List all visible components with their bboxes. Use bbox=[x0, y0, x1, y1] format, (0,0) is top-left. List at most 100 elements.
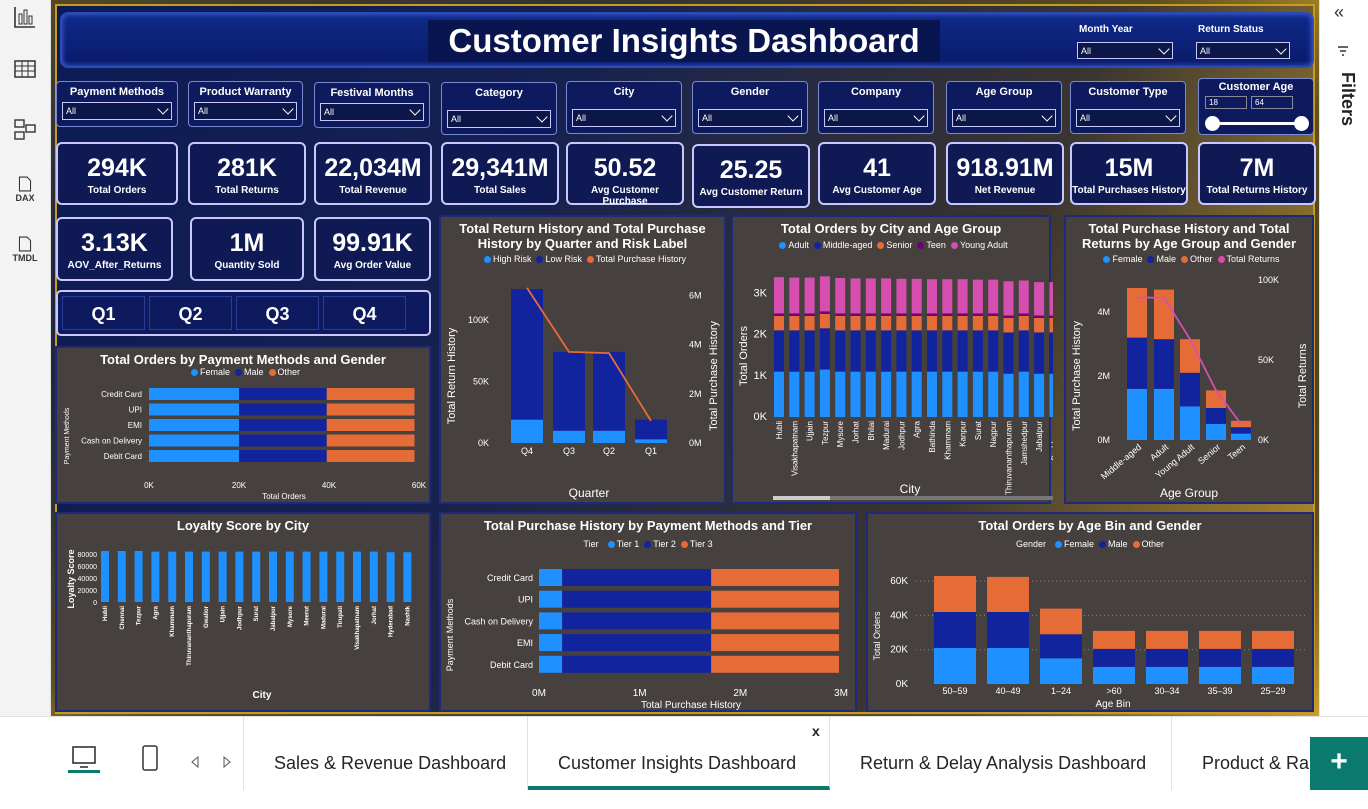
bar-segment[interactable] bbox=[1206, 424, 1226, 440]
bar-segment[interactable] bbox=[789, 371, 800, 417]
bar-segment[interactable] bbox=[1003, 318, 1014, 333]
bar-segment[interactable] bbox=[896, 315, 907, 331]
bar-segment[interactable] bbox=[934, 648, 976, 684]
bar-segment[interactable] bbox=[1093, 630, 1135, 649]
bar-segment[interactable] bbox=[972, 313, 983, 316]
slicer-dropdown[interactable]: All bbox=[698, 109, 802, 127]
bar-segment[interactable] bbox=[1034, 282, 1045, 316]
slicer-dropdown[interactable]: All bbox=[572, 109, 676, 127]
bar-segment[interactable] bbox=[239, 419, 327, 431]
bar-segment[interactable] bbox=[927, 371, 937, 417]
legend-item[interactable]: Tier 1 bbox=[603, 539, 639, 549]
bar-segment[interactable] bbox=[553, 351, 585, 431]
tab-sales-revenue[interactable]: Sales & Revenue Dashboard bbox=[243, 717, 528, 790]
bar-segment[interactable] bbox=[1127, 337, 1147, 389]
bar-segment[interactable] bbox=[881, 278, 892, 314]
line-series[interactable] bbox=[526, 287, 652, 422]
slicer-company[interactable]: Company All bbox=[818, 81, 934, 134]
slicer-festival-months[interactable]: Festival Months All bbox=[314, 82, 430, 128]
legend-item[interactable]: Senior bbox=[872, 240, 912, 250]
slicer-city[interactable]: City All bbox=[566, 81, 682, 134]
desktop-view-icon[interactable] bbox=[66, 745, 102, 773]
collapse-pane-button[interactable]: « bbox=[1334, 2, 1344, 23]
bar-segment[interactable] bbox=[988, 279, 999, 314]
bar-segment[interactable] bbox=[987, 612, 1029, 648]
bar-segment[interactable] bbox=[1180, 339, 1200, 373]
bar-segment[interactable] bbox=[789, 313, 800, 316]
bar-segment[interactable] bbox=[942, 279, 953, 314]
mobile-view-icon[interactable] bbox=[140, 744, 160, 772]
bar-segment[interactable] bbox=[911, 313, 922, 316]
bar[interactable] bbox=[403, 552, 412, 602]
bar-segment[interactable] bbox=[1199, 648, 1241, 667]
bar-segment[interactable] bbox=[804, 371, 815, 417]
bar-segment[interactable] bbox=[562, 612, 712, 630]
bar-segment[interactable] bbox=[911, 330, 922, 372]
bar-segment[interactable] bbox=[957, 313, 968, 316]
bar-segment[interactable] bbox=[819, 276, 830, 312]
bar-segment[interactable] bbox=[927, 279, 937, 314]
legend-item[interactable]: Female bbox=[186, 367, 230, 377]
bar-segment[interactable] bbox=[942, 315, 953, 331]
bar-segment[interactable] bbox=[711, 590, 839, 608]
bar-segment[interactable] bbox=[987, 576, 1029, 612]
scroll-right-icon[interactable] bbox=[222, 755, 232, 769]
bar-segment[interactable] bbox=[927, 330, 937, 372]
bar-segment[interactable] bbox=[1040, 608, 1082, 635]
slicer-dropdown[interactable]: All bbox=[447, 110, 551, 128]
bar-segment[interactable] bbox=[1199, 630, 1241, 649]
bar-segment[interactable] bbox=[1231, 433, 1251, 440]
legend-item[interactable]: Male bbox=[1094, 539, 1128, 549]
bar-segment[interactable] bbox=[1018, 313, 1029, 316]
bar-segment[interactable] bbox=[774, 313, 784, 316]
bar-segment[interactable] bbox=[972, 315, 983, 331]
bar-segment[interactable] bbox=[1049, 332, 1053, 374]
bar-segment[interactable] bbox=[927, 313, 937, 316]
bar[interactable] bbox=[218, 551, 227, 602]
bar-segment[interactable] bbox=[149, 403, 239, 416]
slicer-month-year[interactable]: Month Year All bbox=[1071, 20, 1181, 62]
bar-segment[interactable] bbox=[553, 430, 585, 443]
bar-segment[interactable] bbox=[1040, 634, 1082, 659]
bar-segment[interactable] bbox=[911, 315, 922, 331]
bar-segment[interactable] bbox=[1180, 372, 1200, 407]
bar-segment[interactable] bbox=[239, 388, 327, 400]
bar[interactable] bbox=[319, 551, 328, 602]
bar-segment[interactable] bbox=[1154, 339, 1174, 389]
bar-segment[interactable] bbox=[804, 277, 815, 314]
quarter-button-q1[interactable]: Q1 bbox=[62, 296, 145, 330]
bar-segment[interactable] bbox=[1049, 318, 1053, 333]
bar-segment[interactable] bbox=[804, 313, 815, 316]
slicer-dropdown[interactable]: All bbox=[320, 103, 424, 121]
tab-return-delay[interactable]: Return & Delay Analysis Dashboard bbox=[830, 717, 1172, 790]
scroll-left-icon[interactable] bbox=[190, 755, 200, 769]
bar-segment[interactable] bbox=[1146, 666, 1188, 684]
bar-segment[interactable] bbox=[562, 569, 712, 586]
model-view-icon[interactable] bbox=[8, 112, 42, 146]
table-view-icon[interactable] bbox=[8, 52, 42, 86]
bar-segment[interactable] bbox=[1206, 408, 1226, 424]
quarter-button-q4[interactable]: Q4 bbox=[323, 296, 406, 330]
bar-segment[interactable] bbox=[562, 634, 712, 652]
quarter-button-q2[interactable]: Q2 bbox=[149, 296, 232, 330]
bar-segment[interactable] bbox=[1003, 281, 1014, 316]
bar-segment[interactable] bbox=[1018, 280, 1029, 314]
legend-item[interactable]: Teen bbox=[912, 240, 946, 250]
bar-segment[interactable] bbox=[326, 403, 415, 416]
bar-segment[interactable] bbox=[326, 450, 415, 462]
close-tab-icon[interactable]: x bbox=[812, 685, 820, 777]
bar-segment[interactable] bbox=[1003, 315, 1014, 318]
bar-segment[interactable] bbox=[1018, 315, 1029, 331]
bar-segment[interactable] bbox=[711, 612, 839, 630]
bar-segment[interactable] bbox=[819, 313, 830, 329]
bar-segment[interactable] bbox=[850, 330, 861, 372]
bar[interactable] bbox=[302, 551, 311, 602]
bar-segment[interactable] bbox=[789, 315, 800, 331]
bar-segment[interactable] bbox=[988, 330, 999, 372]
bar-segment[interactable] bbox=[1252, 666, 1294, 684]
bar-segment[interactable] bbox=[1034, 332, 1045, 374]
bar-segment[interactable] bbox=[774, 330, 784, 372]
bar-segment[interactable] bbox=[942, 330, 953, 372]
bar-segment[interactable] bbox=[711, 655, 839, 673]
slicer-customer-age[interactable]: Customer Age 18 64 bbox=[1198, 78, 1314, 135]
